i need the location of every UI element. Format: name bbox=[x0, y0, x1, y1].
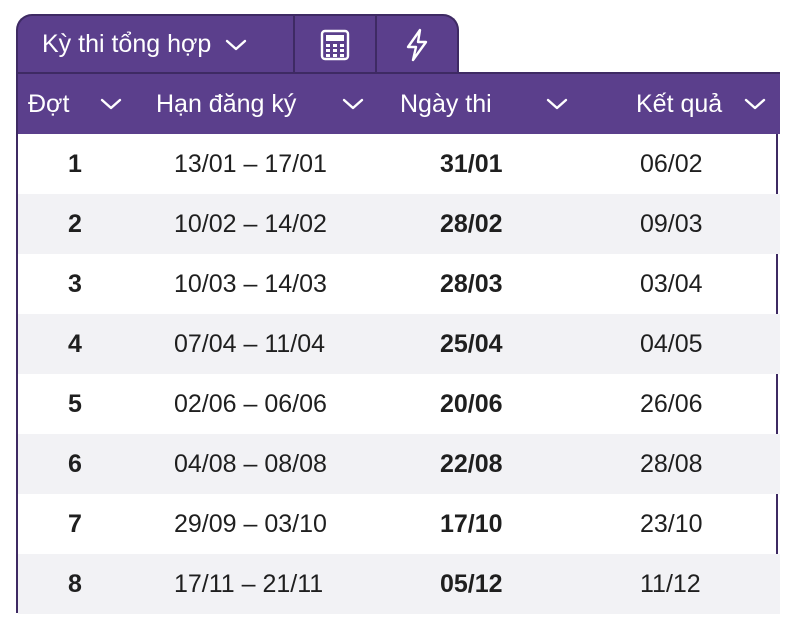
exam-date-cell: 22/08 bbox=[440, 449, 503, 478]
table-row: 7 29/09 – 03/10 17/10 23/10 bbox=[18, 494, 780, 554]
chevron-down-icon bbox=[100, 97, 122, 111]
calculator-button[interactable] bbox=[295, 16, 377, 73]
exam-date-cell: 28/03 bbox=[440, 269, 503, 298]
exam-date-cell: 20/06 bbox=[440, 389, 503, 418]
table-header-row: Đợt Hạn đăng ký Ngày thi Kết quả bbox=[18, 73, 780, 134]
registration-cell: 10/03 – 14/03 bbox=[174, 269, 327, 298]
exam-type-dropdown[interactable]: Kỳ thi tổng hợp bbox=[18, 16, 295, 73]
registration-cell: 02/06 – 06/06 bbox=[174, 389, 327, 418]
round-cell: 8 bbox=[68, 569, 82, 598]
exam-date-cell: 25/04 bbox=[440, 329, 503, 358]
chevron-down-icon bbox=[546, 97, 568, 111]
result-cell: 11/12 bbox=[640, 569, 701, 598]
registration-cell: 13/01 – 17/01 bbox=[174, 149, 327, 178]
result-cell: 28/08 bbox=[640, 449, 703, 478]
round-cell: 6 bbox=[68, 449, 82, 478]
result-cell: 03/04 bbox=[640, 269, 703, 298]
header-label: Ngày thi bbox=[400, 89, 492, 118]
registration-cell: 29/09 – 03/10 bbox=[174, 509, 327, 538]
exam-type-label: Kỳ thi tổng hợp bbox=[42, 30, 212, 58]
quick-action-button[interactable] bbox=[377, 16, 457, 73]
result-cell: 04/05 bbox=[640, 329, 703, 358]
round-cell: 1 bbox=[68, 149, 82, 178]
registration-cell: 10/02 – 14/02 bbox=[174, 209, 327, 238]
round-cell: 4 bbox=[68, 329, 82, 358]
header-result[interactable]: Kết quả bbox=[578, 73, 780, 134]
header-label: Hạn đăng ký bbox=[156, 89, 297, 118]
header-exam-date[interactable]: Ngày thi bbox=[374, 73, 578, 134]
chevron-down-icon bbox=[342, 97, 364, 111]
table-row: 8 17/11 – 21/11 05/12 11/12 bbox=[18, 554, 780, 614]
registration-cell: 07/04 – 11/04 bbox=[174, 329, 326, 358]
table-row: 2 10/02 – 14/02 28/02 09/03 bbox=[18, 194, 780, 254]
lightning-icon bbox=[403, 28, 431, 62]
result-cell: 26/06 bbox=[640, 389, 703, 418]
table-row: 5 02/06 – 06/06 20/06 26/06 bbox=[18, 374, 780, 434]
header-registration-deadline[interactable]: Hạn đăng ký bbox=[136, 73, 374, 134]
exam-date-cell: 17/10 bbox=[440, 509, 503, 538]
round-cell: 7 bbox=[68, 509, 82, 538]
exam-date-cell: 05/12 bbox=[440, 569, 503, 598]
header-label: Đợt bbox=[28, 89, 70, 118]
round-cell: 2 bbox=[68, 209, 82, 238]
result-cell: 06/02 bbox=[640, 149, 703, 178]
round-cell: 3 bbox=[68, 269, 82, 298]
result-cell: 09/03 bbox=[640, 209, 703, 238]
result-cell: 23/10 bbox=[640, 509, 703, 538]
exam-tab-bar: Kỳ thi tổng hợp bbox=[16, 14, 459, 73]
table-row: 3 10/03 – 14/03 28/03 03/04 bbox=[18, 254, 780, 314]
chevron-down-icon bbox=[744, 97, 766, 111]
registration-cell: 04/08 – 08/08 bbox=[174, 449, 327, 478]
table-row: 6 04/08 – 08/08 22/08 28/08 bbox=[18, 434, 780, 494]
header-round[interactable]: Đợt bbox=[18, 73, 136, 134]
chevron-down-icon bbox=[225, 38, 247, 52]
header-label: Kết quả bbox=[636, 89, 723, 118]
registration-cell: 17/11 – 21/11 bbox=[174, 569, 324, 598]
calculator-icon bbox=[318, 28, 352, 62]
exam-date-cell: 31/01 bbox=[440, 149, 503, 178]
table-row: 4 07/04 – 11/04 25/04 04/05 bbox=[18, 314, 780, 374]
table-row: 1 13/01 – 17/01 31/01 06/02 bbox=[18, 134, 780, 194]
round-cell: 5 bbox=[68, 389, 82, 418]
exam-schedule-table: Đợt Hạn đăng ký Ngày thi Kết quả 1 13/01… bbox=[16, 72, 780, 614]
exam-date-cell: 28/02 bbox=[440, 209, 503, 238]
